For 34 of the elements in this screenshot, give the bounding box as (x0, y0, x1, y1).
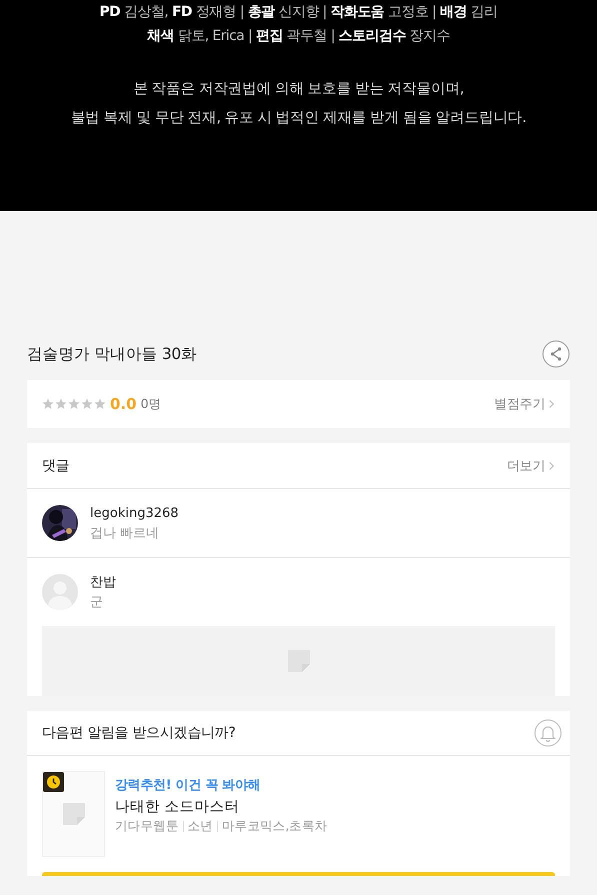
credit-line: PD 김상철, FD 정재형 | 총괄 신지향 | 작화도움 고정호 | 배경 김리 (98, 3, 498, 22)
chevron-icon (548, 399, 555, 409)
credit-line: 채색 닭토, Erica | 편집 곽두철 | 스토리검수 장지수 (146, 27, 451, 46)
star-icon (42, 398, 54, 410)
comment-author: 찬밥 (90, 574, 116, 592)
rate-link[interactable]: 별점주기 (494, 395, 555, 413)
recommended-title[interactable]: 나태한 소드마스터 (115, 796, 328, 818)
star-icon (55, 398, 67, 410)
image-icon (288, 650, 310, 672)
comment-author: legoking3268 (90, 504, 179, 522)
image-icon (62, 803, 84, 825)
copyright-notice: 본 작품은 저작권법에 의해 보호를 받는 저작물이며, (132, 80, 465, 99)
rating-score: 0.0 (110, 395, 137, 413)
chevron-icon (548, 460, 555, 470)
action-button[interactable] (42, 872, 555, 876)
recommendation-tagline: 강력추천! 이건 꼭 봐야해 (115, 777, 262, 795)
share-icon[interactable] (542, 340, 570, 368)
star-icon (94, 398, 106, 410)
comment-text: 겁나 빠르네 (90, 524, 160, 542)
rating-count: 0명 (140, 396, 162, 412)
comment-text: 군 (90, 594, 104, 612)
copyright-notice: 불법 복제 및 무단 전재, 유포 시 법적인 제재를 받게 됨을 알려드립니다. (70, 109, 528, 128)
star-icon (68, 398, 80, 410)
avatar-icon (42, 574, 78, 610)
bell-icon[interactable] (534, 719, 562, 747)
star-icon (81, 398, 93, 410)
clock-badge-icon (43, 772, 64, 792)
comments-heading: 댓글 (42, 456, 70, 474)
meta-text: 소년 (188, 818, 213, 835)
episode-title: 검술명가 막내아들 30화 (27, 344, 197, 364)
meta-text: 기다무웹툰 (115, 818, 179, 835)
meta-text: 마루코믹스,초록차 (222, 818, 328, 835)
notification-question: 다음편 알림을 받으시겠습니까? (42, 724, 236, 742)
more-link[interactable]: 더보기 (506, 456, 555, 474)
